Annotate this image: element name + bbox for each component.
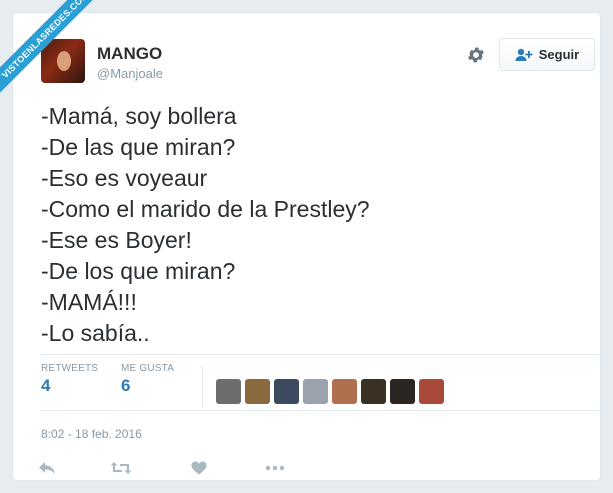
tweet-line: -Como el marido de la Prestley? bbox=[41, 196, 370, 222]
retweet-button[interactable] bbox=[109, 460, 133, 476]
likes-label[interactable]: ME GUSTA bbox=[121, 363, 174, 374]
tweet-line: -Lo sabía.. bbox=[41, 320, 150, 346]
tweet-line: -De las que miran? bbox=[41, 134, 236, 160]
liker-avatars bbox=[216, 379, 444, 404]
retweets-label[interactable]: RETWEETS bbox=[41, 363, 98, 374]
liker-avatar[interactable] bbox=[332, 379, 357, 404]
likes-count[interactable]: 6 bbox=[121, 376, 130, 396]
display-name[interactable]: MANGO bbox=[97, 44, 162, 64]
liker-avatar[interactable] bbox=[390, 379, 415, 404]
timestamp[interactable]: 8:02 - 18 feb. 2016 bbox=[41, 427, 142, 441]
liker-avatar[interactable] bbox=[245, 379, 270, 404]
tweet-line: -Mamá, soy bollera bbox=[41, 103, 237, 129]
more-icon bbox=[265, 465, 285, 471]
retweets-count[interactable]: 4 bbox=[41, 376, 50, 396]
gear-icon[interactable] bbox=[466, 45, 486, 65]
liker-avatar[interactable] bbox=[274, 379, 299, 404]
tweet-text: -Mamá, soy bollera -De las que miran? -E… bbox=[41, 101, 581, 349]
liker-avatar[interactable] bbox=[216, 379, 241, 404]
divider bbox=[41, 354, 599, 355]
stats-separator bbox=[202, 366, 203, 408]
user-handle[interactable]: @Manjoale bbox=[97, 66, 163, 81]
reply-icon bbox=[39, 462, 55, 474]
follow-button[interactable]: Seguir bbox=[499, 38, 595, 71]
tweet-line: -Ese es Boyer! bbox=[41, 227, 192, 253]
divider bbox=[41, 410, 599, 411]
reply-button[interactable] bbox=[37, 460, 57, 476]
like-button[interactable] bbox=[189, 460, 209, 476]
tweet-line: -MAMÁ!!! bbox=[41, 289, 137, 315]
follow-user-icon bbox=[515, 48, 533, 61]
liker-avatar[interactable] bbox=[361, 379, 386, 404]
more-button[interactable] bbox=[265, 460, 285, 476]
follow-button-label: Seguir bbox=[538, 47, 580, 62]
retweet-icon bbox=[110, 462, 132, 474]
liker-avatar[interactable] bbox=[419, 379, 444, 404]
tweet-line: -De los que miran? bbox=[41, 258, 236, 284]
liker-avatar[interactable] bbox=[303, 379, 328, 404]
like-icon bbox=[191, 461, 207, 475]
tweet-line: -Eso es voyeaur bbox=[41, 165, 208, 191]
avatar[interactable] bbox=[41, 39, 85, 83]
tweet-card: MANGO @Manjoale Seguir -Mamá, soy boller… bbox=[12, 12, 601, 481]
